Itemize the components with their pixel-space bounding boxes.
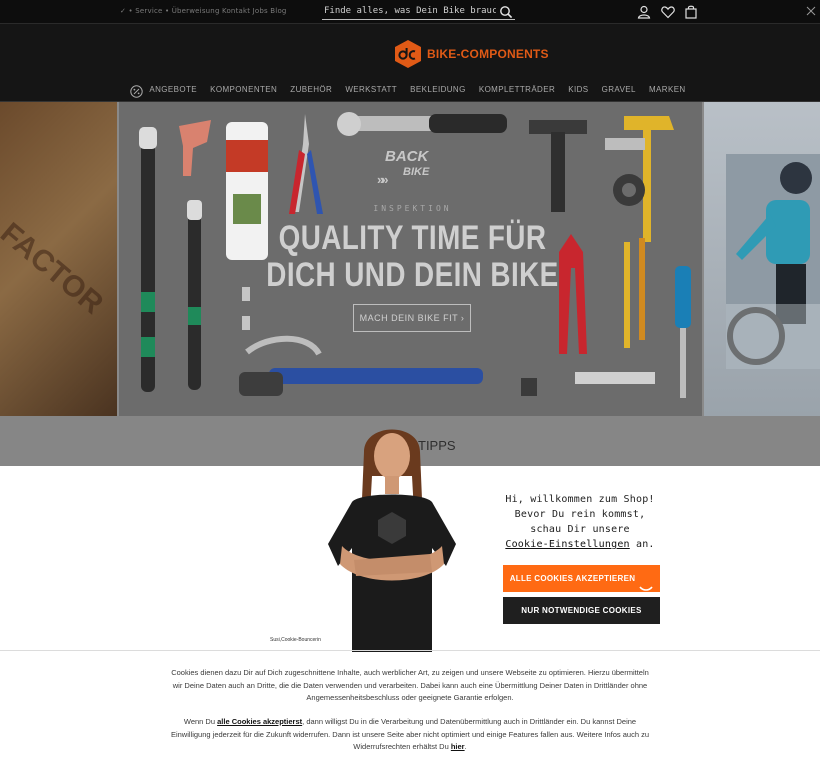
- greeting-line3: schau Dir unsere: [530, 524, 630, 535]
- necessary-cookies-button[interactable]: NUR NOTWENDIGE COOKIES: [503, 597, 660, 624]
- greeting-line1: Hi, willkommen zum Shop!: [505, 494, 655, 505]
- badge-line1: BACK: [385, 148, 429, 165]
- nav-item-komponenten[interactable]: KOMPONENTEN: [210, 85, 277, 94]
- cookie-legal-text: Cookies dienen dazu Dir auf Dich zugesch…: [171, 668, 649, 702]
- percent-icon: [130, 83, 144, 98]
- slide-brand-text: FACTOR: [0, 216, 110, 321]
- cookie-consent-text: Wenn Du alle Cookies akzeptierst, dann w…: [170, 716, 650, 754]
- cookie-greeting: Hi, willkommen zum Shop! Bevor Du rein k…: [480, 492, 680, 552]
- accept-button-label: ALLE COOKIES AKZEPTIEREN: [509, 574, 636, 583]
- service-links[interactable]: ✓ • Service • Überweisung Kontakt Jobs B…: [120, 7, 287, 15]
- greeting-line2: Bevor Du rein kommst,: [514, 509, 646, 520]
- nav-item-komplettraeder[interactable]: KOMPLETTRÄDER: [479, 85, 555, 94]
- logo-icon: [394, 39, 422, 69]
- nav-item-angebote[interactable]: ANGEBOTE: [149, 85, 197, 94]
- search-bar: [322, 3, 515, 20]
- cookie-divider: [0, 650, 820, 651]
- user-icon[interactable]: [636, 4, 652, 20]
- hero-slide-current[interactable]: BACK »» BIKE INSPEKTION QUALITY TIME FÜR…: [117, 102, 704, 416]
- main-nav: ANGEBOTE KOMPONENTEN ZUBEHÖR WERKSTATT B…: [0, 79, 820, 98]
- cart-icon[interactable]: [683, 4, 699, 20]
- search-input[interactable]: [324, 4, 496, 18]
- hero-slide-previous[interactable]: FACTOR: [0, 102, 117, 416]
- greeting-end: an.: [629, 539, 655, 550]
- hero-slider: FACTOR BACK »» BIKE INSPEKTION QUALITY T…: [0, 102, 820, 416]
- hero-kicker: INSPEKTION: [373, 204, 452, 213]
- headline-line2: DICH UND DEIN BIKE: [266, 256, 559, 294]
- hero-cta-button[interactable]: MACH DEIN BIKE FIT ›: [353, 304, 471, 332]
- consent-pre: Wenn Du: [183, 717, 218, 726]
- nav-item-gravel[interactable]: GRAVEL: [602, 85, 636, 94]
- back-to-bike-badge: BACK »» BIKE: [377, 148, 449, 188]
- logo-text: BIKE-COMPONENTS: [427, 47, 549, 61]
- accept-all-cookies-link[interactable]: alle Cookies akzeptierst: [217, 717, 302, 726]
- main-header: BIKE-COMPONENTS ANGEBOTE KOMPONENTEN ZUB…: [0, 24, 820, 102]
- cookie-mascot-image: [328, 429, 456, 652]
- nav-item-zubehoer[interactable]: ZUBEHÖR: [290, 85, 332, 94]
- nav-item-werkstatt[interactable]: WERKSTATT: [345, 85, 397, 94]
- privacy-info-link[interactable]: hier: [451, 742, 465, 751]
- heart-icon[interactable]: [660, 4, 676, 20]
- nav-item-bekleidung[interactable]: BEKLEIDUNG: [410, 85, 466, 94]
- top-bar: ✓ • Service • Überweisung Kontakt Jobs B…: [0, 0, 820, 24]
- accept-all-cookies-button[interactable]: ALLE COOKIES AKZEPTIEREN: [503, 565, 660, 592]
- consent-end: .: [464, 742, 467, 751]
- cookie-banner: Susi,Cookie-Bouncerin Hi, willkommen zum…: [0, 429, 820, 766]
- rider-image: [726, 154, 820, 369]
- headline-line1: QUALITY TIME FÜR: [278, 219, 547, 257]
- chevrons-icon: »»: [377, 172, 389, 187]
- nav-item-kids[interactable]: KIDS: [568, 85, 588, 94]
- badge-line2: BIKE: [403, 166, 430, 178]
- site-logo[interactable]: BIKE-COMPONENTS: [394, 39, 548, 69]
- header-icons: [634, 4, 704, 20]
- mascot-caption: Susi,Cookie-Bouncerin: [270, 637, 321, 643]
- close-icon[interactable]: [806, 1, 816, 16]
- search-icon[interactable]: [499, 4, 513, 19]
- hero-headline: QUALITY TIME FÜR DICH UND DEIN BIKE: [172, 220, 653, 294]
- greeting-line4: Cookie-Einstellungen an.: [480, 537, 680, 552]
- swoosh-icon: [639, 576, 653, 591]
- hero-slide-next[interactable]: [704, 102, 820, 416]
- nav-item-marken[interactable]: MARKEN: [649, 85, 686, 94]
- cookie-settings-link[interactable]: Cookie-Einstellungen: [505, 539, 629, 550]
